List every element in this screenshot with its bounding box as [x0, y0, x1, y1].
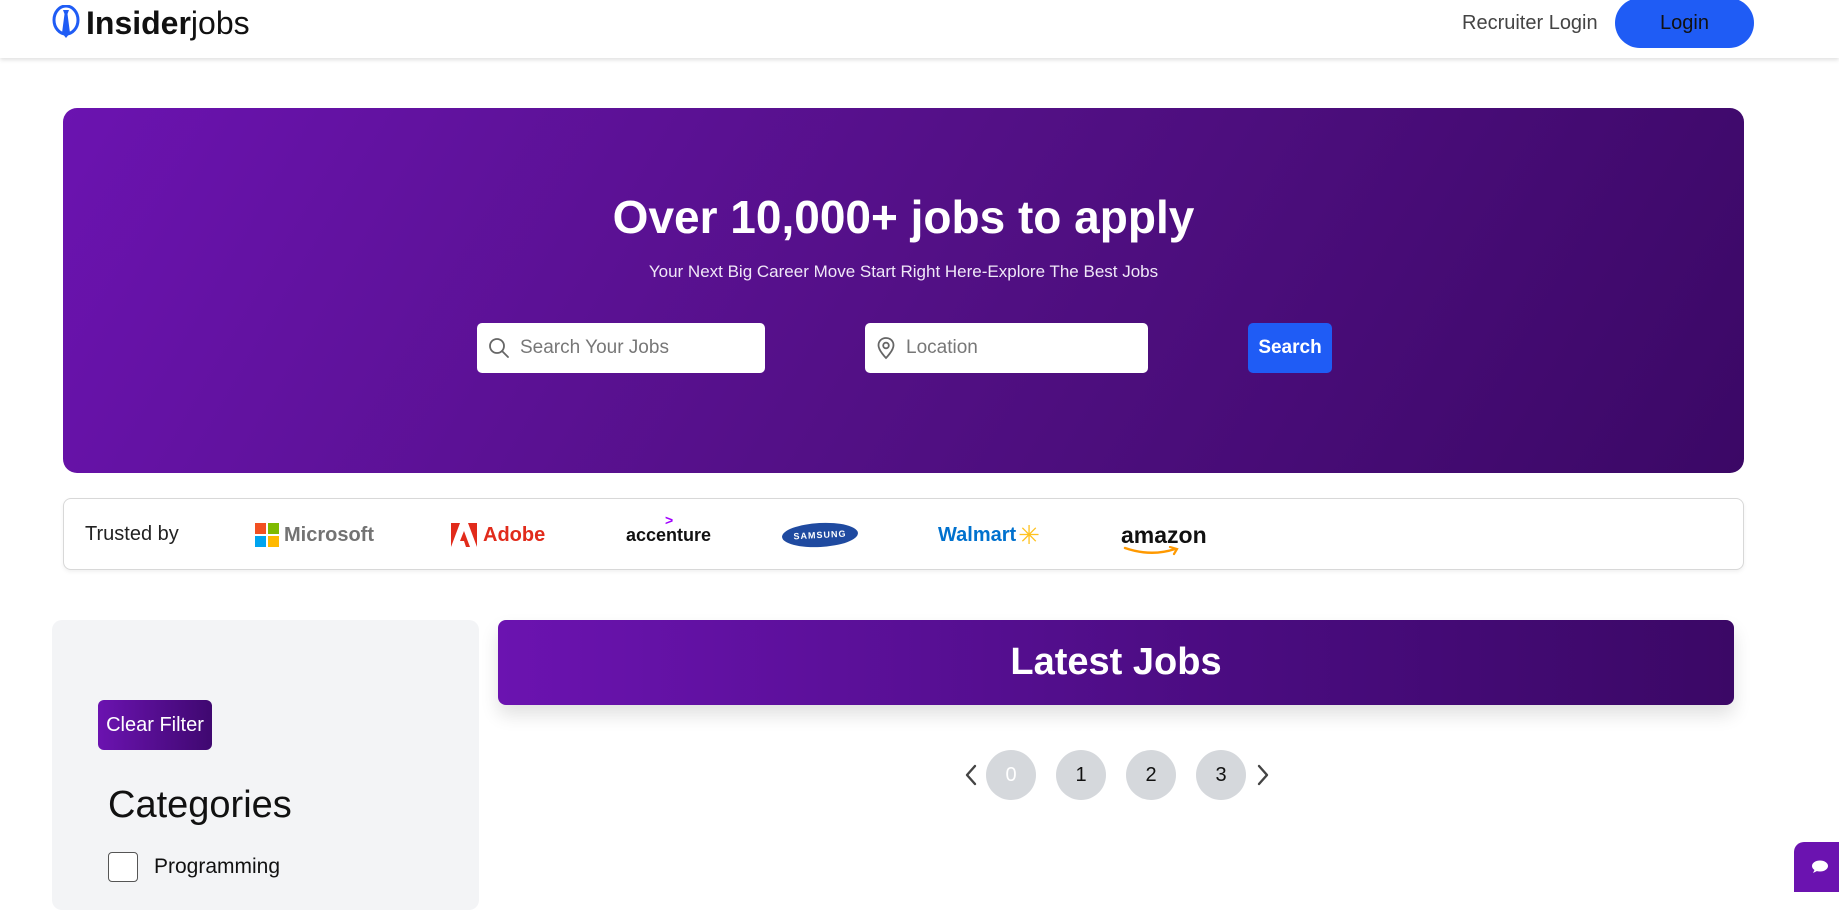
adobe-logo: Adobe — [451, 515, 545, 555]
page-button-0[interactable]: 0 — [986, 750, 1036, 800]
logo-tie-icon — [52, 5, 80, 38]
trusted-by-label: Trusted by — [85, 523, 179, 545]
amazon-smile-icon — [1123, 545, 1179, 555]
category-item-programming[interactable]: Programming — [108, 852, 280, 882]
top-navbar: Insiderjobs Recruiter Login Login — [0, 0, 1839, 58]
location-field — [865, 323, 1148, 373]
clear-filter-button[interactable]: Clear Filter — [98, 700, 212, 750]
job-search-field — [477, 323, 765, 373]
hero-banner: Over 10,000+ jobs to apply Your Next Big… — [63, 108, 1744, 473]
accenture-chevron-icon: > — [665, 511, 674, 528]
adobe-icon — [451, 523, 477, 547]
location-pin-icon — [877, 337, 895, 360]
chat-bubble-icon — [1812, 860, 1828, 873]
walmart-logo: Walmart ✳ — [938, 520, 1040, 550]
chevron-left-icon[interactable] — [961, 762, 981, 788]
microsoft-logo: Microsoft — [255, 515, 374, 555]
hero-title: Over 10,000+ jobs to apply — [612, 191, 1195, 243]
login-button[interactable]: Login — [1615, 0, 1754, 48]
filter-sidebar: Clear Filter Categories Programming — [52, 620, 479, 910]
chat-widget-button[interactable] — [1794, 842, 1839, 892]
categories-heading: Categories — [108, 784, 292, 826]
page-button-1[interactable]: 1 — [1056, 750, 1106, 800]
insiderjobs-logo[interactable]: Insiderjobs — [52, 5, 250, 41]
search-icon — [489, 338, 509, 358]
amazon-logo: amazon — [1121, 515, 1207, 555]
accenture-logo: > accenture — [626, 511, 712, 545]
page-button-2[interactable]: 2 — [1126, 750, 1176, 800]
trusted-by-bar: Trusted by Microsoft Adobe > accenture SA… — [63, 498, 1744, 570]
walmart-spark-icon: ✳ — [1018, 520, 1040, 550]
page-button-3[interactable]: 3 — [1196, 750, 1246, 800]
logo-text: Insiderjobs — [86, 5, 250, 41]
category-label: Programming — [154, 855, 281, 878]
chevron-right-icon[interactable] — [1253, 762, 1273, 788]
search-button[interactable]: Search — [1248, 323, 1332, 373]
microsoft-windows-icon — [255, 523, 279, 547]
hero-subtitle: Your Next Big Career Move Start Right He… — [648, 262, 1159, 281]
category-checkbox[interactable] — [108, 852, 138, 882]
latest-jobs-title: Latest Jobs — [1010, 641, 1222, 683]
samsung-logo: SAMSUNG — [781, 515, 859, 555]
latest-jobs-banner: Latest Jobs — [498, 620, 1734, 705]
recruiter-login-link[interactable]: Recruiter Login — [1462, 12, 1598, 35]
job-search-input[interactable] — [520, 337, 740, 359]
location-input[interactable] — [906, 337, 1126, 359]
